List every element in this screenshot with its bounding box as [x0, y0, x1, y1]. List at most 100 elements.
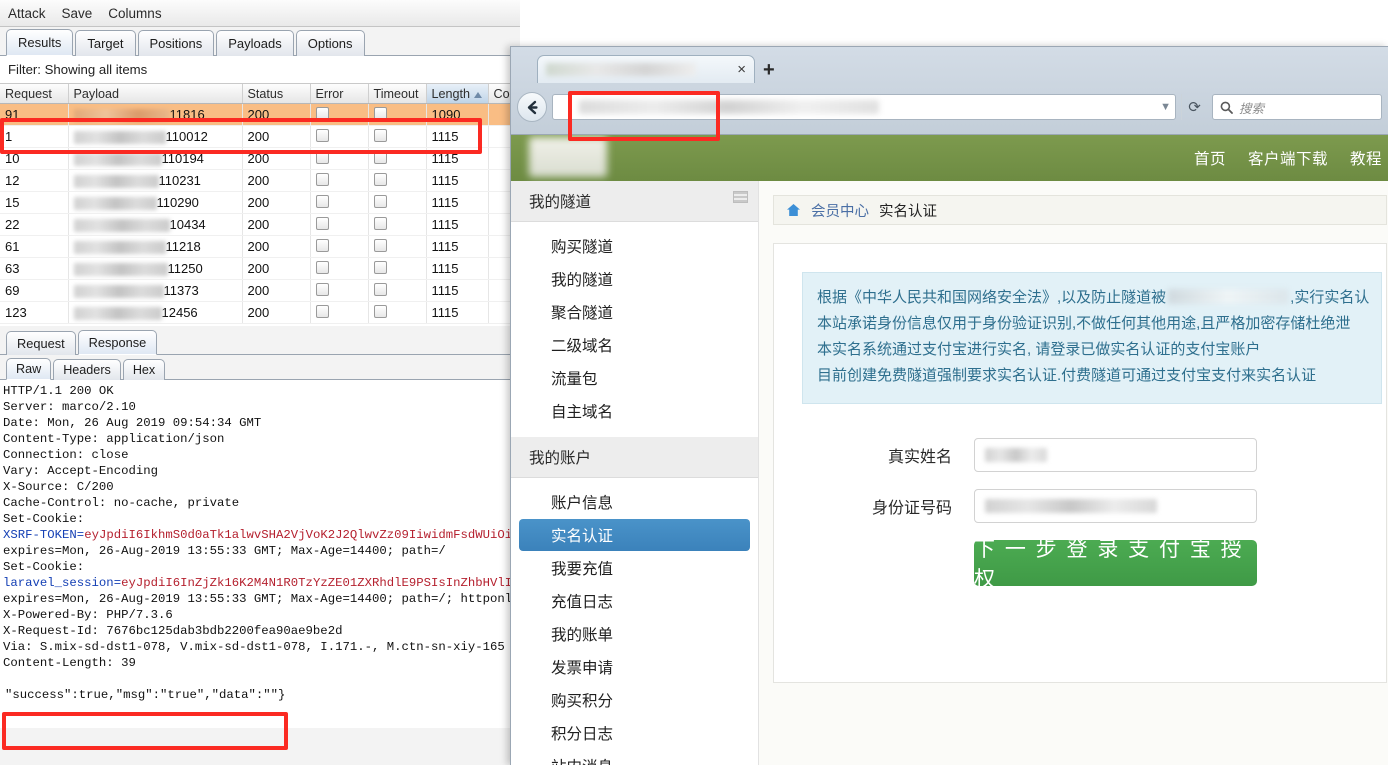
error-checkbox[interactable]	[315, 172, 329, 186]
chevron-down-icon[interactable]: ▼	[1160, 101, 1171, 113]
filter-bar[interactable]: Filter: Showing all items	[0, 56, 520, 84]
table-row[interactable]: 91 11816 200 1090	[0, 103, 520, 126]
tab-target[interactable]: Target	[75, 30, 136, 56]
real-name-input[interactable]	[974, 438, 1257, 472]
table-row[interactable]: 12 110231 200 1115	[0, 169, 520, 192]
col-payload[interactable]: Payload	[68, 84, 243, 104]
error-checkbox[interactable]	[315, 128, 329, 142]
error-checkbox[interactable]	[315, 216, 329, 230]
payload-redaction	[73, 153, 162, 167]
nav-client-download[interactable]: 客户端下载	[1248, 147, 1328, 169]
sidebar-item-buy-tunnel[interactable]: 购买隧道	[519, 230, 750, 262]
timeout-checkbox[interactable]	[373, 150, 387, 164]
timeout-checkbox[interactable]	[373, 304, 387, 318]
id-number-input[interactable]	[974, 489, 1257, 523]
tab-positions[interactable]: Positions	[137, 30, 215, 56]
response-raw-text[interactable]: HTTP/1.1 200 OK Server: marco/2.10 Date:…	[0, 380, 520, 728]
tab-results[interactable]: Results	[6, 29, 74, 56]
col-status[interactable]: Status	[242, 84, 311, 104]
sidebar-group-title-tunnels: 我的隧道	[511, 181, 758, 222]
tab-payloads[interactable]: Payloads	[216, 30, 294, 56]
table-row[interactable]: 69 11373 200 1115	[0, 279, 520, 302]
error-checkbox[interactable]	[315, 150, 329, 164]
nav-home[interactable]: 首页	[1194, 147, 1226, 169]
menu-item-save[interactable]: Save	[62, 6, 93, 21]
tab-headers[interactable]: Headers	[53, 359, 121, 380]
col-length[interactable]: Length	[426, 84, 489, 104]
browser-tab[interactable]: ×	[537, 55, 755, 83]
table-row[interactable]: 22 10434 200 1115	[0, 213, 520, 236]
tab-response[interactable]: Response	[77, 330, 158, 355]
error-checkbox[interactable]	[315, 106, 329, 120]
submit-alipay-auth-button[interactable]: 下 一 步 登 录 支 付 宝 授 权	[974, 538, 1257, 591]
cell-timeout	[368, 235, 427, 258]
table-header-row: Request Payload Status Error Timeout Len…	[0, 84, 520, 104]
table-row[interactable]: 61 11218 200 1115	[0, 235, 520, 258]
table-row[interactable]: 15 110290 200 1115	[0, 191, 520, 214]
response-line: Connection: close	[3, 448, 129, 462]
response-line: Date: Mon, 26 Aug 2019 09:54:34 GMT	[3, 416, 262, 430]
timeout-checkbox[interactable]	[373, 282, 387, 296]
timeout-checkbox[interactable]	[373, 260, 387, 274]
timeout-checkbox[interactable]	[373, 194, 387, 208]
close-icon[interactable]: ×	[737, 62, 746, 77]
table-row[interactable]: 123 12456 200 1115	[0, 301, 520, 324]
url-redaction	[579, 100, 879, 114]
error-checkbox[interactable]	[315, 238, 329, 252]
col-request[interactable]: Request	[0, 84, 69, 104]
sidebar-item-realname-auth[interactable]: 实名认证	[519, 519, 750, 551]
back-arrow-icon[interactable]	[517, 92, 547, 122]
payload-redaction	[73, 307, 162, 321]
cell-length: 1115	[426, 169, 489, 192]
sidebar-item-recharge[interactable]: 我要充值	[519, 552, 750, 584]
tab-request[interactable]: Request	[6, 331, 76, 355]
sidebar-item-subdomain[interactable]: 二级域名	[519, 329, 750, 361]
new-tab-icon[interactable]: +	[763, 60, 775, 80]
error-checkbox[interactable]	[315, 260, 329, 274]
collapse-grip-icon[interactable]	[733, 191, 748, 203]
sidebar-item-traffic-pack[interactable]: 流量包	[519, 362, 750, 394]
url-bar[interactable]: ▼	[552, 94, 1176, 120]
col-error[interactable]: Error	[310, 84, 369, 104]
breadcrumb: 会员中心 实名认证	[773, 195, 1387, 225]
reload-icon[interactable]: ⟳	[1181, 94, 1207, 120]
sidebar-item-site-messages[interactable]: 站内消息	[519, 750, 750, 765]
sidebar-item-my-tunnel[interactable]: 我的隧道	[519, 263, 750, 295]
sidebar-item-recharge-log[interactable]: 充值日志	[519, 585, 750, 617]
cell-length: 1090	[426, 103, 489, 126]
cell-payload: 12456	[68, 301, 243, 324]
error-checkbox[interactable]	[315, 304, 329, 318]
search-input[interactable]: 搜索	[1212, 94, 1382, 120]
nav-tutorial[interactable]: 教程	[1350, 147, 1382, 169]
sidebar-item-agg-tunnel[interactable]: 聚合隧道	[519, 296, 750, 328]
sidebar-item-account-info[interactable]: 账户信息	[519, 486, 750, 518]
payload-redaction	[73, 197, 157, 211]
table-row[interactable]: 1 110012 200 1115	[0, 125, 520, 148]
tab-options[interactable]: Options	[295, 30, 365, 56]
sidebar-item-invoice[interactable]: 发票申请	[519, 651, 750, 683]
breadcrumb-member-center[interactable]: 会员中心	[811, 200, 869, 221]
cell-payload: 11250	[68, 257, 243, 280]
table-row[interactable]: 63 11250 200 1115	[0, 257, 520, 280]
error-checkbox[interactable]	[315, 282, 329, 296]
timeout-checkbox[interactable]	[373, 216, 387, 230]
timeout-checkbox[interactable]	[373, 172, 387, 186]
cell-length: 1115	[426, 279, 489, 302]
menu-item-attack[interactable]: Attack	[8, 6, 46, 21]
timeout-checkbox[interactable]	[373, 106, 387, 120]
sidebar-item-my-bills[interactable]: 我的账单	[519, 618, 750, 650]
breadcrumb-current: 实名认证	[879, 203, 937, 220]
cell-payload: 110012	[68, 125, 243, 148]
table-row[interactable]: 10 110194 200 1115	[0, 147, 520, 170]
sidebar-item-own-domain[interactable]: 自主域名	[519, 395, 750, 427]
menu-item-columns[interactable]: Columns	[108, 6, 161, 21]
timeout-checkbox[interactable]	[373, 128, 387, 142]
tab-hex[interactable]: Hex	[122, 359, 166, 380]
timeout-checkbox[interactable]	[373, 238, 387, 252]
col-timeout[interactable]: Timeout	[368, 84, 427, 104]
sidebar-item-buy-points[interactable]: 购买积分	[519, 684, 750, 716]
tab-raw[interactable]: Raw	[6, 358, 52, 380]
cookie-value: eyJpdiI6InZjZk16K2M4N1R0TzYzZE01ZXRhdlE9…	[121, 576, 520, 590]
error-checkbox[interactable]	[315, 194, 329, 208]
sidebar-item-points-log[interactable]: 积分日志	[519, 717, 750, 749]
